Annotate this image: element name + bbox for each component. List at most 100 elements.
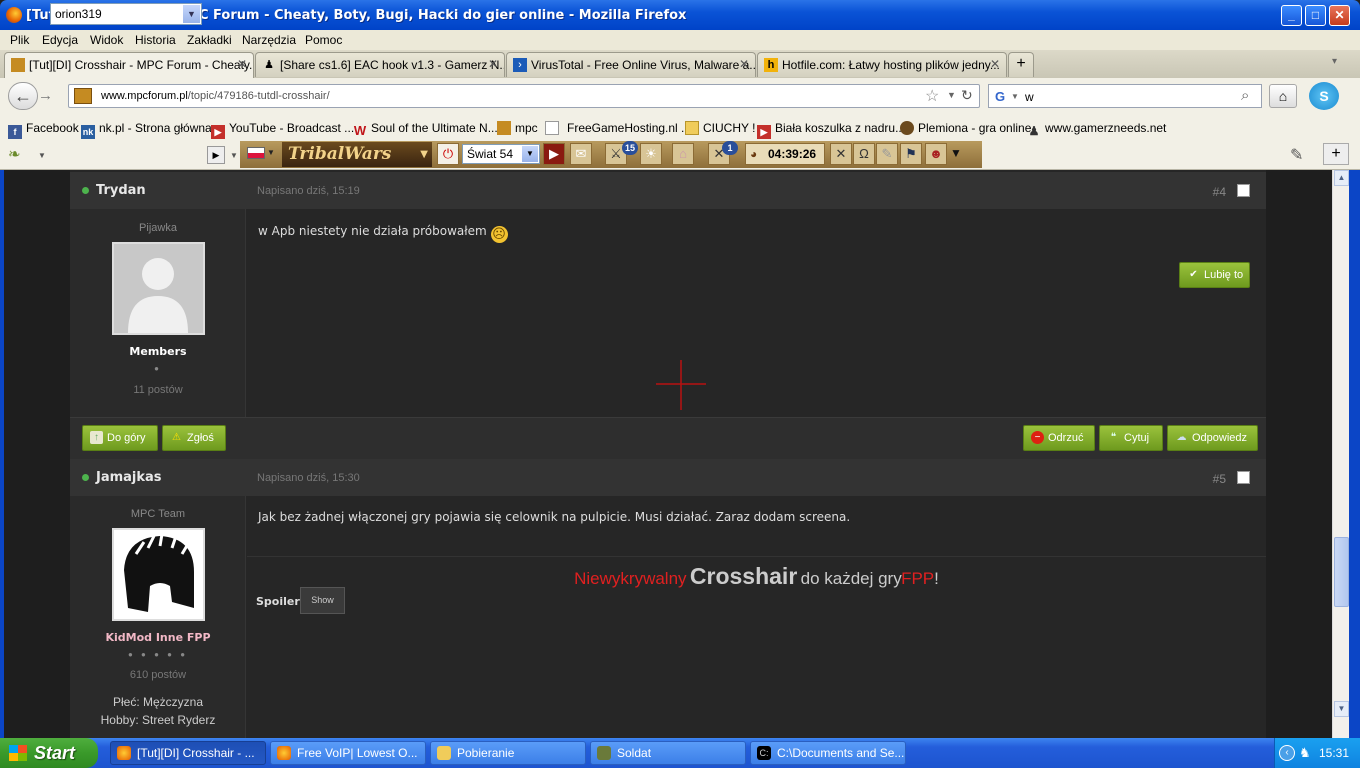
reject-button[interactable]: − Odrzuć (1023, 425, 1095, 451)
bookmark-freegamehosting[interactable]: FreeGameHosting.nl ... (545, 121, 691, 135)
window-title-bar[interactable]: [Tut][DI] Crosshair - MPC Forum - Cheaty… (0, 0, 1360, 30)
bookmark-soul[interactable]: W Soul of the Ultimate N... (353, 121, 498, 138)
post-date[interactable]: Napisano dziś, 15:19 (257, 185, 360, 197)
start-button[interactable]: Start (0, 738, 98, 768)
close-tab-icon[interactable]: ✕ (237, 57, 247, 71)
avatar[interactable] (112, 528, 205, 621)
menu-tools[interactable]: Narzędzia (242, 33, 296, 47)
boot-icon[interactable]: ⚑ (900, 143, 922, 165)
task-pobieranie[interactable]: Pobieranie (430, 741, 586, 765)
close-tab-icon[interactable]: ✕ (488, 57, 498, 71)
magnet-icon[interactable]: Ω (853, 143, 875, 165)
mail-icon[interactable]: ✉ (570, 143, 592, 165)
avatar[interactable] (112, 242, 205, 335)
menu-history[interactable]: Historia (135, 33, 176, 47)
menu-help[interactable]: Pomoc (305, 33, 342, 47)
report-button[interactable]: ⚠ Zgłoś (162, 425, 226, 451)
wrench-icon[interactable]: ✎ (1290, 145, 1303, 165)
search-go-icon[interactable]: ⌕ (1241, 87, 1249, 104)
bookmark-ciuchy[interactable]: CIUCHY ! (685, 121, 755, 135)
chevron-down-icon[interactable]: ▼ (267, 148, 275, 157)
close-tab-icon[interactable]: ✕ (990, 57, 1000, 71)
tab-virustotal[interactable]: › VirusTotal - Free Online Virus, Malwar… (506, 52, 756, 77)
menu-bookmarks[interactable]: Zakładki (187, 33, 232, 47)
address-bar[interactable]: www.mpcforum.pl/topic/479186-tutdl-cross… (68, 84, 980, 108)
tab-list-icon[interactable]: ▾ (1332, 56, 1337, 67)
tribalwars-logo[interactable]: TribalWars ▼ (282, 142, 432, 167)
post-author[interactable]: Jamajkas (96, 470, 162, 485)
village-icon[interactable]: ⌂ (672, 143, 694, 165)
reload-icon[interactable]: ↻ (961, 87, 973, 104)
banner-word: Crosshair (689, 563, 798, 589)
play-icon[interactable]: ▶ (207, 146, 225, 164)
scroll-up-icon[interactable]: ▲ (1334, 170, 1349, 186)
bookmark-youtube[interactable]: ▶ YouTube - Broadcast ... (211, 121, 354, 139)
post-number[interactable]: #4 (1213, 185, 1226, 199)
tab-hotfile[interactable]: h Hotfile.com: Łatwy hosting plików jedn… (757, 52, 1007, 77)
bookmark-star-icon[interactable]: ☆ (925, 86, 939, 106)
tab-crosshair[interactable]: [Tut][DI] Crosshair - MPC Forum - Cheaty… (4, 52, 254, 78)
post-header: Jamajkas Napisano dziś, 15:30 #5 (70, 459, 1266, 496)
avatar-icon[interactable]: ☻ (925, 143, 947, 165)
reply-button[interactable]: ☁ Odpowiedz (1167, 425, 1258, 451)
close-tab-icon[interactable]: ✕ (739, 57, 749, 71)
play-icon[interactable]: ▶ (543, 143, 565, 165)
task-soldat[interactable]: Soldat (590, 741, 746, 765)
bookmark-nk[interactable]: nk nk.pl - Strona główna (81, 121, 212, 139)
post-date[interactable]: Napisano dziś, 15:30 (257, 472, 360, 484)
tray-expand-icon[interactable]: ‹ (1279, 745, 1295, 761)
bookmark-label: FreeGameHosting.nl ... (567, 121, 692, 135)
back-button[interactable]: ← (8, 82, 38, 110)
post-author[interactable]: Trydan (96, 183, 146, 198)
page-scrollbar[interactable]: ▲ ▼ (1332, 170, 1349, 738)
sun-icon[interactable]: ☀ (640, 143, 662, 165)
add-toolbar-button[interactable]: + (1323, 143, 1349, 165)
tab-eac-hook[interactable]: ♟ [Share cs1.6] EAC hook v1.3 - Gamerz N… (255, 52, 505, 77)
engine-dropdown-icon[interactable]: ▼ (1011, 92, 1019, 101)
bookmark-koszulka[interactable]: ▶ Biała koszulka z nadru... (757, 121, 905, 139)
maximize-button[interactable]: □ (1305, 5, 1326, 26)
task-firefox-voip[interactable]: Free VoIP| Lowest O... (270, 741, 426, 765)
power-icon[interactable]: ⏻ (437, 143, 459, 165)
close-icon[interactable]: ✕ (830, 143, 852, 165)
task-command-prompt[interactable]: C: C:\Documents and Se... (750, 741, 906, 765)
settings-icon[interactable]: ✎ (876, 143, 898, 165)
like-button[interactable]: ✔ Lubię to (1179, 262, 1250, 288)
post-select-checkbox[interactable] (1237, 184, 1250, 197)
menu-file[interactable]: Plik (10, 33, 29, 47)
poland-flag-icon[interactable] (247, 147, 265, 159)
task-firefox-crosshair[interactable]: [Tut][DI] Crosshair - ... (110, 741, 266, 765)
spoiler-show-button[interactable]: Show (300, 587, 345, 614)
new-tab-button[interactable]: + (1008, 52, 1034, 77)
scroll-down-icon[interactable]: ▼ (1334, 701, 1349, 717)
chevron-down-icon[interactable]: ▼ (950, 146, 962, 160)
menu-view[interactable]: Widok (90, 33, 123, 47)
history-dropdown-icon[interactable]: ▼ (947, 90, 956, 100)
bookmark-plemiona[interactable]: Plemiona - gra online (900, 121, 1031, 135)
google-icon[interactable]: G (995, 89, 1005, 104)
skype-icon[interactable]: S (1309, 82, 1339, 110)
search-bar[interactable]: G ▼ w ⌕ (988, 84, 1262, 108)
dropdown-icon[interactable]: ▼ (38, 151, 46, 160)
bookmark-mpc[interactable]: mpc (497, 121, 538, 135)
scroll-thumb[interactable] (1334, 537, 1349, 607)
quote-button[interactable]: ❝ Cytuj (1099, 425, 1163, 451)
forward-button[interactable]: → (38, 86, 58, 106)
toolbar-logo-icon[interactable]: ❧ (8, 145, 21, 163)
search-input[interactable]: w (1025, 90, 1034, 104)
menu-edit[interactable]: Edycja (42, 33, 78, 47)
author-group: KidMod Inne FPP (105, 631, 211, 644)
post-select-checkbox[interactable] (1237, 471, 1250, 484)
close-window-button[interactable]: ✕ (1329, 5, 1350, 26)
minimize-button[interactable]: _ (1281, 5, 1302, 26)
bookmark-facebook[interactable]: f Facebook (8, 121, 79, 139)
soldat-tray-icon[interactable]: ♞ (1299, 745, 1311, 761)
dropdown-icon[interactable]: ▼ (230, 151, 238, 160)
username-select[interactable]: orion319 ▼ (50, 3, 202, 25)
back-to-top-button[interactable]: ↑ Do góry (82, 425, 158, 451)
bookmark-gamerzneeds[interactable]: ♟ www.gamerzneeds.net (1027, 121, 1167, 138)
post-number[interactable]: #5 (1213, 472, 1226, 486)
site-identity-icon[interactable] (74, 88, 92, 104)
world-select[interactable]: Świat 54 ▼ (462, 144, 540, 164)
home-button[interactable]: ⌂ (1269, 84, 1297, 108)
